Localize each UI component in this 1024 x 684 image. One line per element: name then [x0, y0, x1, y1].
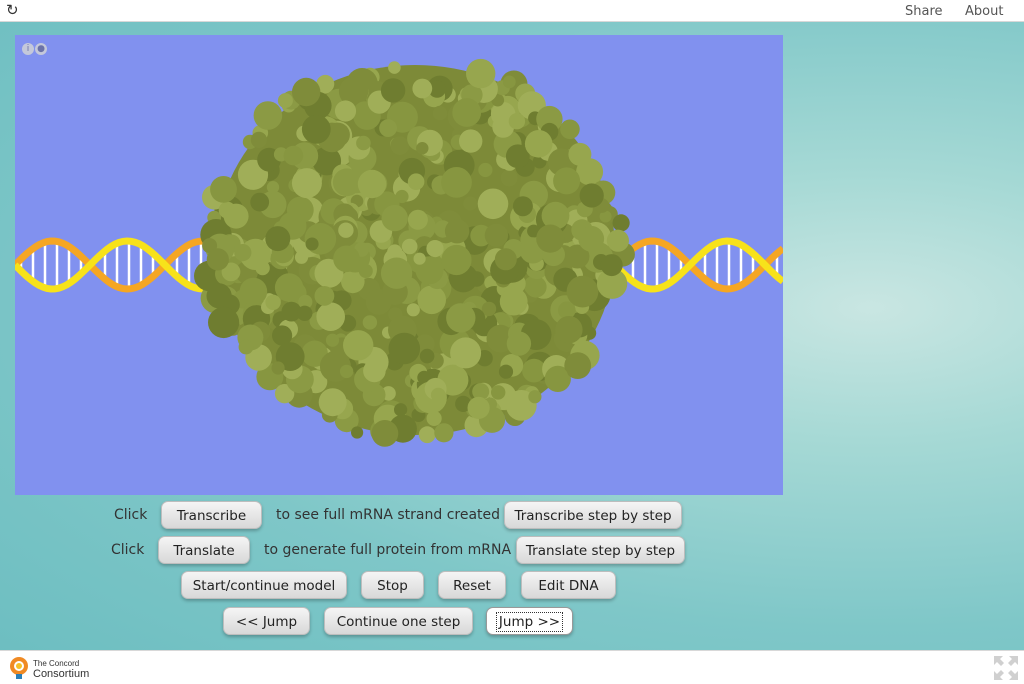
fullscreen-icon[interactable]	[992, 654, 1020, 682]
transcribe-step-button[interactable]: Transcribe step by step	[504, 501, 682, 529]
info-icon[interactable]: i	[22, 43, 34, 55]
translate-step-button[interactable]: Translate step by step	[516, 536, 685, 564]
continue-one-step-button[interactable]: Continue one step	[324, 607, 473, 635]
row2-middle-text: to generate full protein from mRNA or	[264, 542, 530, 558]
about-link[interactable]: About	[965, 4, 1003, 19]
concord-consortium-logo[interactable]: The Concord Consortium	[8, 655, 118, 681]
logo-line2: Consortium	[33, 668, 90, 680]
transcribe-button[interactable]: Transcribe	[161, 501, 262, 529]
row2-prefix-text: Click	[111, 542, 145, 558]
reset-button[interactable]: Reset	[438, 571, 506, 599]
jump-back-button[interactable]: << Jump	[223, 607, 310, 635]
jump-forward-label: Jump >>	[495, 612, 564, 632]
lock-icon[interactable]: ●	[35, 43, 47, 55]
row1-middle-text: to see full mRNA strand created or	[276, 507, 519, 523]
translate-button[interactable]: Translate	[158, 536, 250, 564]
share-link[interactable]: Share	[905, 4, 943, 19]
jump-forward-button[interactable]: Jump >>	[486, 607, 573, 635]
rna-polymerase-blob	[194, 58, 635, 447]
edit-dna-button[interactable]: Edit DNA	[521, 571, 616, 599]
reload-icon[interactable]: ↻	[6, 2, 22, 18]
top-bar: ↻ Share About	[0, 0, 1024, 22]
model-canvas[interactable]: i ●	[15, 35, 783, 495]
concord-logo-icon	[10, 657, 28, 679]
row1-prefix-text: Click	[114, 507, 148, 523]
model-scene	[15, 58, 783, 447]
stop-button[interactable]: Stop	[361, 571, 424, 599]
footer-bar: The Concord Consortium	[0, 650, 1024, 684]
start-continue-button[interactable]: Start/continue model	[181, 571, 347, 599]
